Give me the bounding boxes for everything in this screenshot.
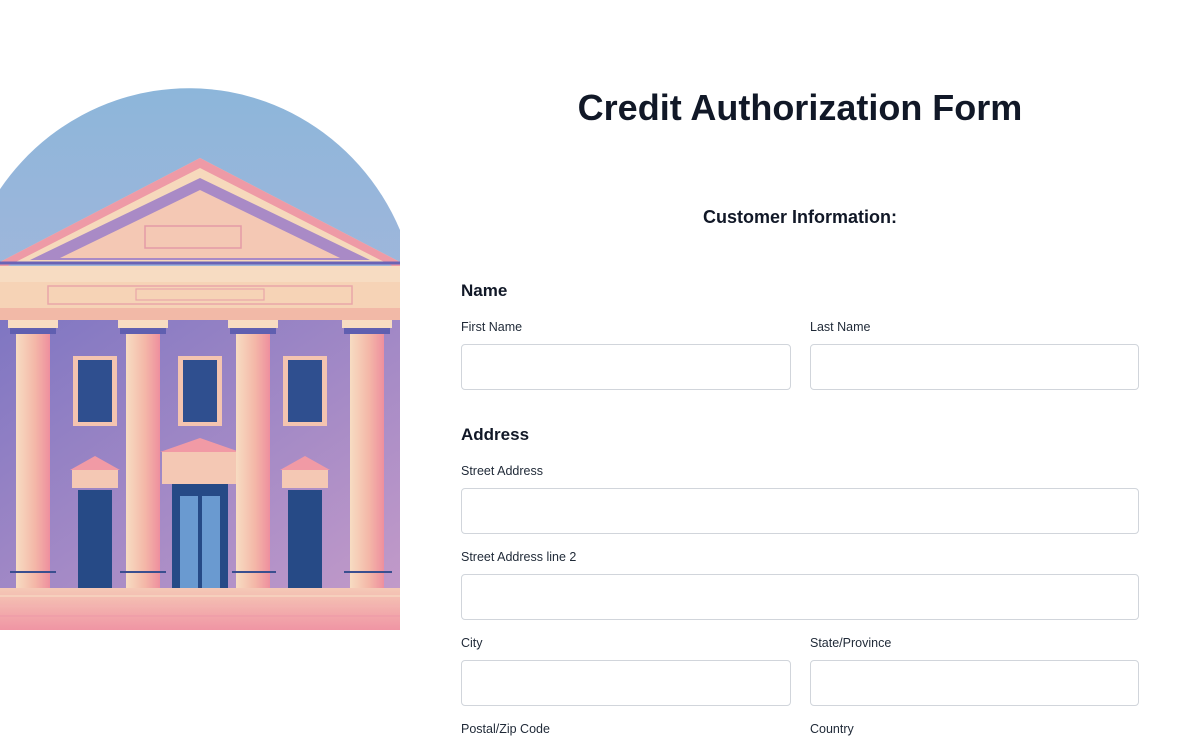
street-address-line2-label: Street Address line 2 [461, 550, 577, 564]
city-input[interactable] [461, 660, 791, 706]
bank-illustration [0, 0, 400, 738]
form-area: Credit Authorization Form Customer Infor… [400, 0, 1200, 738]
state-province-input[interactable] [810, 660, 1139, 706]
street-address-label: Street Address [461, 464, 543, 478]
customer-info-heading: Customer Information: [702, 207, 897, 227]
first-name-label: First Name [461, 320, 523, 334]
page-title: Credit Authorization Form [577, 87, 1023, 128]
country-label: Country [810, 722, 854, 736]
first-name-input[interactable] [461, 344, 791, 390]
state-province-label: State/Province [810, 636, 892, 650]
address-group-title: Address [461, 425, 530, 444]
name-group-title: Name [461, 281, 508, 300]
city-label: City [461, 636, 483, 650]
postal-code-label: Postal/Zip Code [461, 722, 550, 736]
last-name-input[interactable] [810, 344, 1139, 390]
page: Credit Authorization Form Customer Infor… [0, 0, 1200, 738]
street-address-input[interactable] [461, 488, 1139, 534]
street-address-line2-input[interactable] [461, 574, 1139, 620]
last-name-label: Last Name [810, 320, 871, 334]
